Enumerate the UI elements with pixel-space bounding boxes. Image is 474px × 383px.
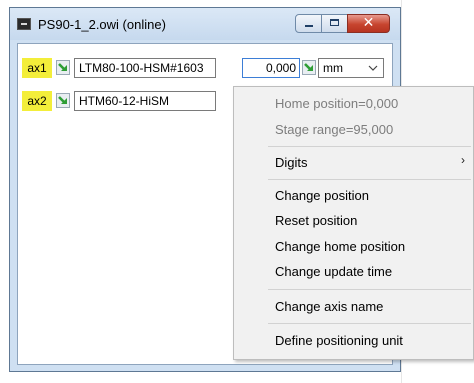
green-arrow-icon: [58, 96, 67, 104]
position-input[interactable]: 0,000: [242, 58, 300, 78]
axis-tag[interactable]: ax2: [22, 91, 52, 111]
chevron-down-icon: [368, 59, 378, 84]
maximize-button[interactable]: [321, 14, 348, 33]
unit-select-value: mm: [323, 61, 343, 75]
maximize-icon: [330, 19, 339, 26]
menu-item-change-update-time[interactable]: Change update time: [275, 264, 392, 279]
menu-item-stage-range: Stage range=95,000: [275, 122, 394, 137]
window-title: PS90-1_2.owi (online): [38, 17, 166, 32]
stage-name-field[interactable]: LTM80-100-HSM#1603: [74, 58, 216, 78]
minimize-button[interactable]: [295, 14, 322, 33]
submenu-arrow-icon: ›: [461, 153, 465, 167]
reference-move-button[interactable]: [56, 60, 70, 75]
move-to-position-button[interactable]: [302, 60, 316, 75]
menu-separator: [268, 146, 471, 147]
axis-context-menu: Home position=0,000 Stage range=95,000 D…: [233, 86, 474, 360]
menu-item-digits[interactable]: Digits: [275, 155, 308, 170]
green-arrow-icon: [304, 63, 313, 71]
menu-item-home-position: Home position=0,000: [275, 96, 399, 111]
menu-item-define-positioning-unit[interactable]: Define positioning unit: [275, 333, 403, 348]
title-bar[interactable]: PS90-1_2.owi (online) ✕: [10, 8, 400, 40]
caption-buttons: ✕: [295, 14, 390, 33]
stage-name-field[interactable]: HTM60-12-HiSM: [74, 91, 216, 111]
axis-row-ax1: ax1 LTM80-100-HSM#1603 0,000 mm: [22, 58, 394, 78]
menu-item-reset-position[interactable]: Reset position: [275, 213, 357, 228]
minimize-icon: [305, 25, 313, 27]
menu-item-change-home-position[interactable]: Change home position: [275, 239, 405, 254]
axis-tag[interactable]: ax1: [22, 58, 52, 78]
close-button[interactable]: ✕: [347, 14, 390, 33]
menu-separator: [268, 323, 471, 324]
unit-select[interactable]: mm: [318, 58, 384, 78]
reference-move-button[interactable]: [56, 93, 70, 108]
green-arrow-icon: [58, 63, 67, 71]
menu-separator: [268, 289, 471, 290]
close-icon: ✕: [362, 15, 375, 31]
app-window-icon[interactable]: [17, 18, 31, 30]
menu-item-change-axis-name[interactable]: Change axis name: [275, 299, 383, 314]
menu-separator: [268, 179, 471, 180]
menu-item-change-position[interactable]: Change position: [275, 188, 369, 203]
